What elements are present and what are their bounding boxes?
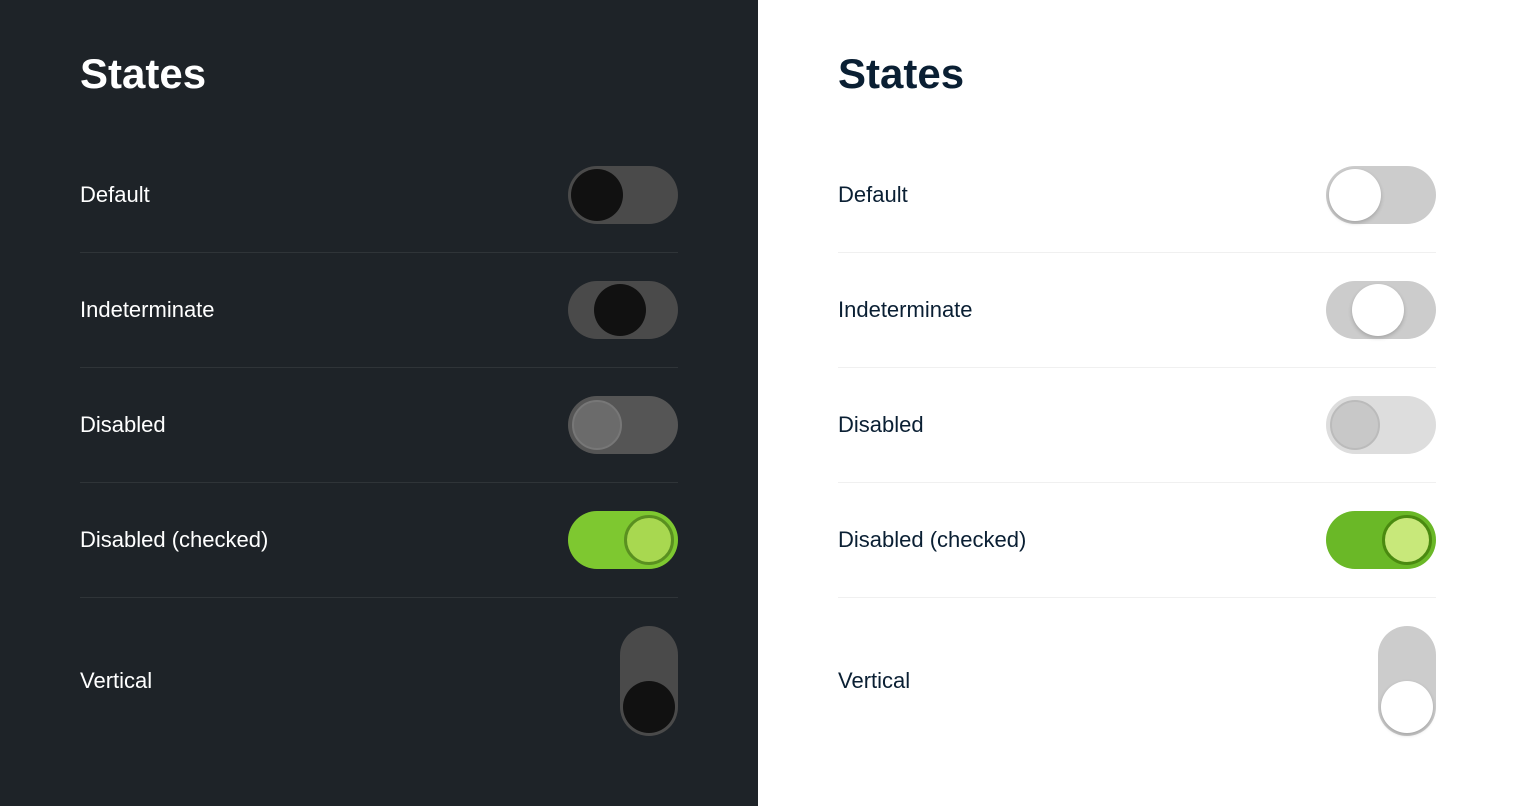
dark-vertical-thumb xyxy=(623,681,675,733)
light-vertical-row: Vertical xyxy=(838,598,1436,764)
dark-vertical-label: Vertical xyxy=(80,668,152,694)
dark-indeterminate-toggle[interactable] xyxy=(568,281,678,339)
dark-default-toggle[interactable] xyxy=(568,166,678,224)
dark-vertical-row: Vertical xyxy=(80,598,678,764)
light-indeterminate-row: Indeterminate xyxy=(838,253,1436,367)
dark-default-row: Default xyxy=(80,138,678,252)
dark-disabled-checked-toggle-container xyxy=(558,511,678,569)
dark-indeterminate-row: Indeterminate xyxy=(80,253,678,367)
light-disabled-checked-toggle xyxy=(1326,511,1436,569)
dark-disabled-checked-thumb xyxy=(624,515,674,565)
light-panel-title: States xyxy=(838,50,1436,98)
light-default-thumb xyxy=(1329,169,1381,221)
light-panel: States Default Indeterminate Disabled xyxy=(758,0,1516,806)
light-default-label: Default xyxy=(838,182,908,208)
dark-panel: States Default Indeterminate Disabled xyxy=(0,0,758,806)
light-disabled-checked-thumb xyxy=(1382,515,1432,565)
dark-vertical-toggle-container xyxy=(558,626,678,736)
light-indeterminate-label: Indeterminate xyxy=(838,297,973,323)
light-default-toggle-container xyxy=(1316,166,1436,224)
dark-indeterminate-thumb xyxy=(594,284,646,336)
light-disabled-toggle xyxy=(1326,396,1436,454)
dark-disabled-toggle xyxy=(568,396,678,454)
light-vertical-toggle-container xyxy=(1316,626,1436,736)
light-indeterminate-toggle[interactable] xyxy=(1326,281,1436,339)
dark-disabled-toggle-container xyxy=(558,396,678,454)
dark-default-label: Default xyxy=(80,182,150,208)
light-indeterminate-toggle-container xyxy=(1316,281,1436,339)
light-default-row: Default xyxy=(838,138,1436,252)
light-vertical-toggle[interactable] xyxy=(1378,626,1436,736)
dark-indeterminate-toggle-container xyxy=(558,281,678,339)
dark-indeterminate-label: Indeterminate xyxy=(80,297,215,323)
dark-panel-title: States xyxy=(80,50,678,98)
dark-default-thumb xyxy=(571,169,623,221)
dark-disabled-checked-label: Disabled (checked) xyxy=(80,527,268,553)
dark-disabled-row: Disabled xyxy=(80,368,678,482)
dark-disabled-thumb xyxy=(572,400,622,450)
light-indeterminate-thumb xyxy=(1352,284,1404,336)
dark-vertical-toggle[interactable] xyxy=(620,626,678,736)
light-disabled-checked-row: Disabled (checked) xyxy=(838,483,1436,597)
light-vertical-thumb xyxy=(1381,681,1433,733)
light-disabled-checked-toggle-container xyxy=(1316,511,1436,569)
light-default-toggle[interactable] xyxy=(1326,166,1436,224)
dark-disabled-checked-toggle xyxy=(568,511,678,569)
dark-disabled-label: Disabled xyxy=(80,412,166,438)
dark-disabled-checked-row: Disabled (checked) xyxy=(80,483,678,597)
dark-default-toggle-container xyxy=(558,166,678,224)
light-disabled-row: Disabled xyxy=(838,368,1436,482)
light-vertical-label: Vertical xyxy=(838,668,910,694)
light-disabled-label: Disabled xyxy=(838,412,924,438)
light-disabled-thumb xyxy=(1330,400,1380,450)
light-disabled-checked-label: Disabled (checked) xyxy=(838,527,1026,553)
light-disabled-toggle-container xyxy=(1316,396,1436,454)
